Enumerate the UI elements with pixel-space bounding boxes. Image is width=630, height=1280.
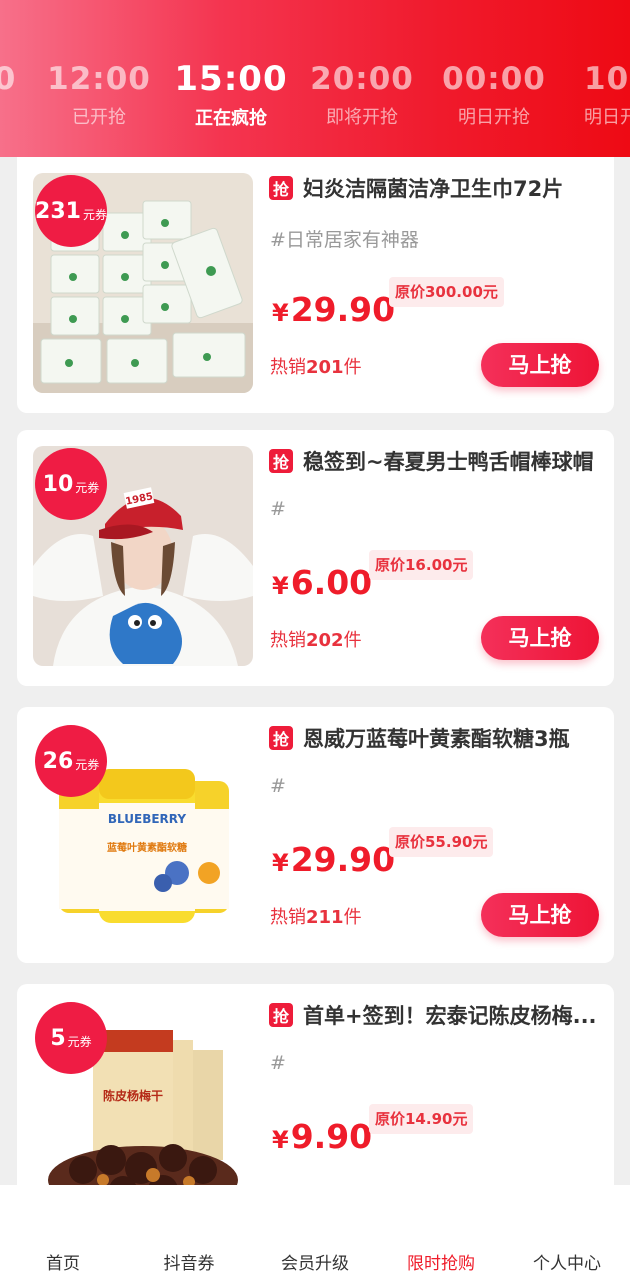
title-row[interactable]: 抢 稳签到~春夏男士鸭舌帽棒球帽 (269, 446, 609, 476)
product-card[interactable]: 陈皮杨梅干 5 元券 抢 首单+签到！宏泰记陈皮杨梅... # ¥9.90 原价1… (17, 984, 614, 1185)
grab-badge-icon: 抢 (269, 726, 293, 750)
sold-count: 热销201件 (270, 353, 362, 379)
product-price: ¥9.90 (272, 1117, 372, 1156)
time-slot-2000[interactable]: 20:00 即将开抢 (297, 58, 427, 133)
buy-now-button[interactable]: 马上抢 (481, 893, 599, 937)
slot-time: 12:00 (47, 61, 151, 97)
bottom-tab-bar: 首页 抖音券 会员升级 限时抢购 个人中心 (0, 1185, 630, 1280)
tab-profile[interactable]: 个人中心 (504, 1185, 630, 1280)
currency-symbol: ¥ (272, 299, 289, 327)
currency-symbol: ¥ (272, 849, 289, 877)
coupon-unit: 元券 (75, 757, 100, 772)
price-value: 29.90 (290, 290, 396, 329)
coupon-badge: 10 元券 (35, 448, 107, 520)
slot-time: 00:00 (442, 61, 546, 97)
tab-flash-sale[interactable]: 限时抢购 (378, 1185, 504, 1280)
time-slot-header: 0 12:00 已开抢 15:00 正在疯抢 20:00 即将开抢 00:00 … (0, 0, 630, 157)
original-price: 原价16.00元 (369, 550, 474, 580)
coupon-value: 26 (42, 748, 74, 774)
coupon-badge: 26 元券 (35, 725, 107, 797)
product-tag: # (270, 498, 286, 520)
sold-suffix: 件 (343, 630, 362, 651)
title-row[interactable]: 抢 妇炎洁隔菌洁净卫生巾72片 (269, 173, 609, 203)
coupon-unit: 元券 (82, 207, 107, 222)
coupon-badge: 231 元券 (35, 175, 107, 247)
currency-symbol: ¥ (272, 572, 289, 600)
sold-number: 202 (306, 630, 344, 651)
candy-label-text: 蓝莓叶黄素酯软糖 (107, 841, 187, 854)
buy-now-button[interactable]: 马上抢 (481, 616, 599, 660)
grab-badge-icon: 抢 (269, 176, 293, 200)
title-row[interactable]: 抢 恩威万蓝莓叶黄素酯软糖3瓶 (269, 723, 609, 753)
product-tag: # (270, 775, 286, 797)
product-title[interactable]: 妇炎洁隔菌洁净卫生巾72片 (303, 173, 563, 203)
price-value: 9.90 (290, 1117, 373, 1156)
slot-status: 明日开 (584, 107, 630, 128)
slot-time: 15:00 (174, 59, 288, 99)
sold-count: 热销211件 (270, 903, 362, 929)
product-price: ¥29.90 (272, 840, 395, 879)
sold-suffix: 件 (343, 907, 362, 928)
slot-status: 明日开抢 (458, 107, 530, 128)
coupon-unit: 元券 (75, 480, 100, 495)
original-price: 原价300.00元 (389, 277, 504, 307)
title-row[interactable]: 抢 首单+签到！宏泰记陈皮杨梅... (269, 1000, 609, 1030)
product-price: ¥29.90 (272, 290, 395, 329)
coupon-value: 231 (35, 198, 81, 224)
slot-status: 正在疯抢 (195, 108, 267, 129)
coupon-badge: 5 元券 (35, 1002, 107, 1074)
sold-prefix: 热销 (270, 907, 306, 928)
sold-prefix: 热销 (270, 630, 306, 651)
product-card[interactable]: 1985 10 元券 抢 稳签到~春夏男士鸭舌帽棒球帽 # ¥6.00 原价16.… (17, 430, 614, 686)
product-title[interactable]: 首单+签到！宏泰记陈皮杨梅... (303, 1000, 597, 1030)
product-card[interactable]: 231 元券 抢 妇炎洁隔菌洁净卫生巾72片 #日常居家有神器 ¥29.90 原价… (17, 157, 614, 413)
product-title[interactable]: 恩威万蓝莓叶黄素酯软糖3瓶 (303, 723, 570, 753)
sold-suffix: 件 (343, 357, 362, 378)
plum-label-text: 陈皮杨梅干 (103, 1088, 163, 1103)
tab-member-upgrade[interactable]: 会员升级 (252, 1185, 378, 1280)
slot-status: 即将开抢 (326, 107, 398, 128)
grab-badge-icon: 抢 (269, 449, 293, 473)
time-slot-1500-active[interactable]: 15:00 正在疯抢 (166, 56, 296, 134)
time-slot-1200[interactable]: 12:00 已开抢 (34, 58, 164, 133)
product-title[interactable]: 稳签到~春夏男士鸭舌帽棒球帽 (303, 446, 594, 476)
slot-time: 20:00 (310, 61, 414, 97)
slot-status: 已开抢 (72, 107, 126, 128)
sold-count: 热销202件 (270, 626, 362, 652)
sold-number: 201 (306, 357, 344, 378)
currency-symbol: ¥ (272, 1126, 289, 1154)
tab-douyin-coupons[interactable]: 抖音券 (126, 1185, 252, 1280)
product-list[interactable]: 231 元券 抢 妇炎洁隔菌洁净卫生巾72片 #日常居家有神器 ¥29.90 原价… (0, 157, 630, 1185)
original-price: 原价14.90元 (369, 1104, 474, 1134)
coupon-value: 10 (42, 471, 74, 497)
price-value: 6.00 (290, 563, 373, 602)
product-tag: # (270, 1052, 286, 1074)
slot-time: 10: (584, 61, 630, 97)
candy-brand-text: BLUEBERRY (108, 812, 186, 826)
product-price: ¥6.00 (272, 563, 372, 602)
product-tag: #日常居家有神器 (270, 229, 419, 251)
time-slot-0000[interactable]: 00:00 明日开抢 (429, 58, 559, 133)
tab-home[interactable]: 首页 (0, 1185, 126, 1280)
price-value: 29.90 (290, 840, 396, 879)
coupon-value: 5 (50, 1025, 66, 1051)
coupon-unit: 元券 (67, 1034, 92, 1049)
sold-prefix: 热销 (270, 357, 306, 378)
product-card[interactable]: BLUEBERRY 蓝莓叶黄素酯软糖 26 元券 抢 恩威万蓝莓叶黄素酯软糖3瓶 … (17, 707, 614, 963)
original-price: 原价55.90元 (389, 827, 494, 857)
grab-badge-icon: 抢 (269, 1003, 293, 1027)
buy-now-button[interactable]: 马上抢 (481, 343, 599, 387)
time-slot-1000[interactable]: 10: 明日开 (560, 58, 630, 133)
sold-number: 211 (306, 907, 344, 928)
